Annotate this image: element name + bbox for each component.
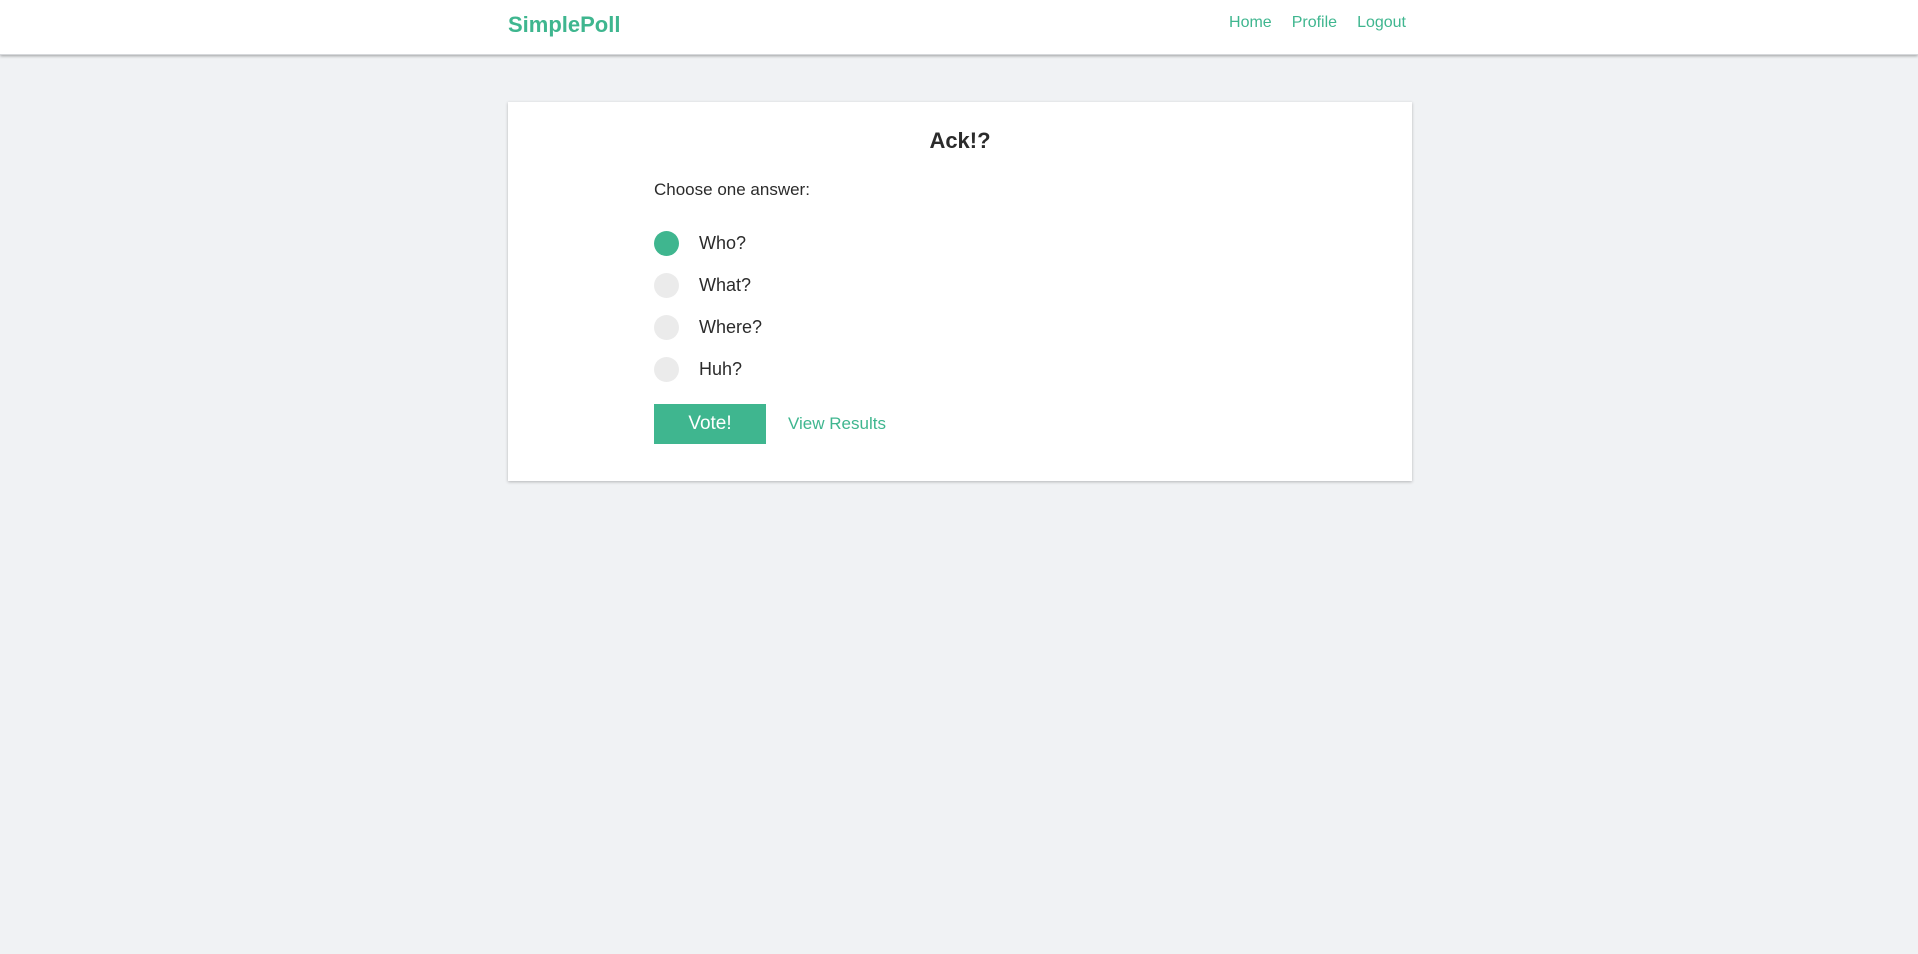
brand-logo-link[interactable]: SimplePoll	[508, 12, 620, 38]
poll-option-label: Huh?	[699, 358, 743, 379]
poll-option-label: What?	[699, 274, 752, 295]
nav-link-profile[interactable]: Profile	[1292, 14, 1337, 32]
vote-button[interactable]: Vote!	[654, 404, 766, 444]
nav-link-home[interactable]: Home	[1229, 14, 1272, 32]
view-results-link[interactable]: View Results	[788, 414, 886, 434]
poll-actions: Vote! View Results	[654, 404, 886, 444]
poll-option-who[interactable]: Who?	[654, 222, 762, 264]
top-navbar: SimplePoll Home Profile Logout	[0, 0, 1918, 55]
radio-unchecked-icon[interactable]	[654, 314, 679, 340]
poll-option-huh[interactable]: Huh?	[654, 348, 762, 390]
poll-card: Ack!? Choose one answer: Who? What? Wher…	[508, 102, 1412, 481]
nav-links: Home Profile Logout	[1229, 14, 1406, 32]
poll-option-label: Who?	[699, 232, 747, 253]
poll-option-what[interactable]: What?	[654, 264, 762, 306]
poll-option-where[interactable]: Where?	[654, 306, 762, 348]
poll-title: Ack!?	[929, 128, 991, 153]
radio-checked-icon[interactable]	[654, 230, 679, 256]
poll-options: Who? What? Where? Huh?	[654, 222, 762, 390]
poll-instruction: Choose one answer:	[654, 180, 810, 199]
nav-link-logout[interactable]: Logout	[1357, 14, 1406, 32]
poll-option-label: Where?	[699, 316, 763, 337]
radio-unchecked-icon[interactable]	[654, 272, 679, 298]
radio-unchecked-icon[interactable]	[654, 356, 679, 382]
